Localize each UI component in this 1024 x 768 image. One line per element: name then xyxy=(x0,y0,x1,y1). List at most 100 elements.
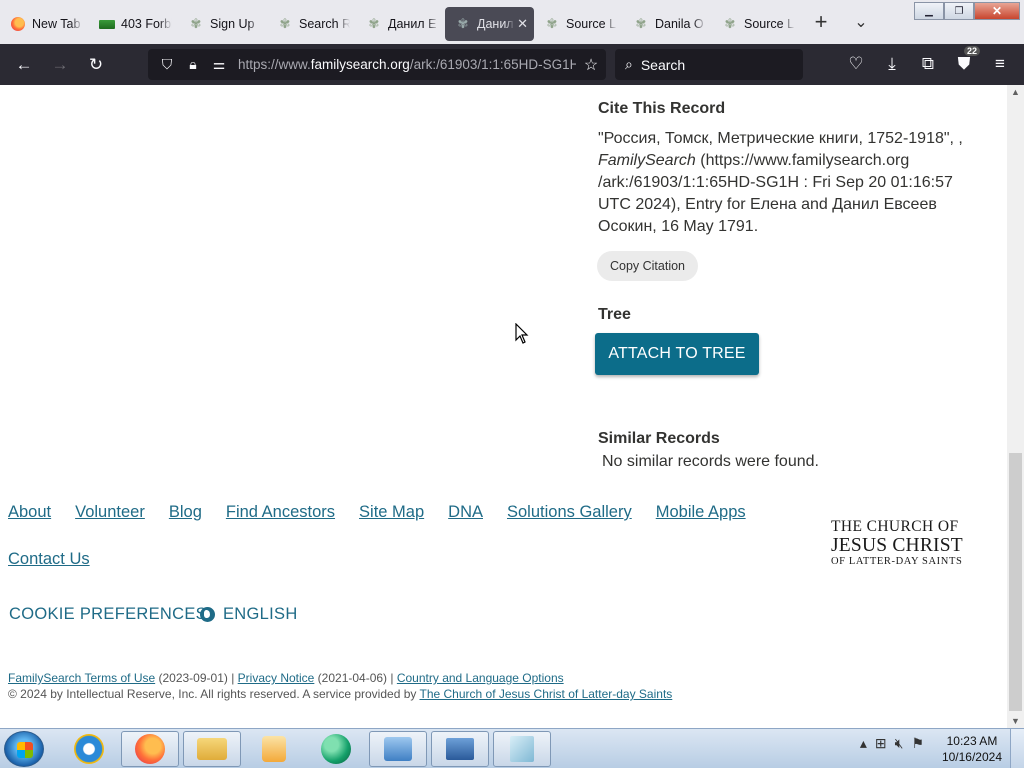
tab-search-records[interactable]: ✾ Search R xyxy=(267,7,356,41)
tab-label: Search R xyxy=(299,17,350,31)
familysearch-tree-icon: ✾ xyxy=(457,16,469,31)
file-explorer-icon[interactable] xyxy=(183,731,241,767)
footer-link-dna[interactable]: DNA xyxy=(448,503,483,522)
footer-link-mobile-apps[interactable]: Mobile Apps xyxy=(656,503,746,522)
footer-link-blog[interactable]: Blog xyxy=(169,503,202,522)
permissions-icon[interactable]: ⚌ xyxy=(206,56,232,73)
extension-badge: 22 xyxy=(964,46,981,56)
volume-muted-icon[interactable]: 🔇︎ xyxy=(895,735,904,752)
privacy-date: (2021-04-06) | xyxy=(314,671,397,685)
action-center-flag-icon[interactable]: ⚑ xyxy=(911,735,924,752)
ublock-icon[interactable]: ⛊ 22 xyxy=(946,46,982,80)
familysearch-tree-icon: ✾ xyxy=(546,16,558,31)
logo-line-2: JESUS CHRIST xyxy=(831,534,963,556)
tab-label: Danila O xyxy=(655,17,704,31)
search-icon: ⌕ xyxy=(625,56,633,72)
language-selector[interactable]: ENGLISH xyxy=(200,605,298,624)
media-player-icon[interactable] xyxy=(245,731,303,767)
country-language-link[interactable]: Country and Language Options xyxy=(397,671,564,685)
page-content: Cite This Record "Россия, Томск, Метриче… xyxy=(0,85,1007,728)
cite-heading: Cite This Record xyxy=(598,100,726,117)
tab-label: 403 Forbidden xyxy=(121,17,172,31)
clock[interactable]: 10:23 AM 10/16/2024 xyxy=(942,733,1002,765)
scrollbar-thumb[interactable] xyxy=(1009,453,1022,711)
tab-label: Source L xyxy=(566,17,617,31)
legal-line-2: © 2024 by Intellectual Reserve, Inc. All… xyxy=(8,686,672,702)
downloads-icon[interactable]: ⤓ xyxy=(874,48,910,80)
terms-date: (2023-09-01) | xyxy=(155,671,238,685)
footer-link-find-ancestors[interactable]: Find Ancestors xyxy=(226,503,335,522)
footer-link-volunteer[interactable]: Volunteer xyxy=(75,503,145,522)
url-bar[interactable]: ⛉ 🔒︎ ⚌ https://www.familysearch.org/ark:… xyxy=(148,49,606,80)
reload-icon[interactable]: ↻ xyxy=(78,49,114,81)
attach-to-tree-button[interactable]: ATTACH TO TREE xyxy=(595,333,759,375)
terms-of-use-link[interactable]: FamilySearch Terms of Use xyxy=(8,671,155,685)
tab-source-linker-2[interactable]: ✾ Source L xyxy=(712,7,801,41)
privacy-notice-link[interactable]: Privacy Notice xyxy=(238,671,315,685)
network-icon[interactable]: ⊞ xyxy=(875,735,887,752)
close-window-button[interactable]: ✕ xyxy=(974,2,1020,20)
search-bar[interactable]: ⌕ Search xyxy=(615,49,803,80)
bookmark-star-icon[interactable]: ☆ xyxy=(576,55,606,75)
mouse-cursor-icon xyxy=(515,323,529,344)
clock-date: 10/16/2024 xyxy=(941,750,1002,764)
tab-403-forbidden[interactable]: 403 Forbidden xyxy=(89,7,178,41)
legal-text: FamilySearch Terms of Use (2023-09-01) |… xyxy=(8,670,672,702)
navigation-toolbar: ← → ↻ ⛉ 🔒︎ ⚌ https://www.familysearch.or… xyxy=(0,44,1024,85)
tab-source-linker-1[interactable]: ✾ Source L xyxy=(534,7,623,41)
close-tab-icon[interactable]: ✕ xyxy=(517,16,528,32)
new-tab-button[interactable]: + xyxy=(801,9,841,35)
extensions-icon[interactable]: ⧉ xyxy=(910,48,946,80)
control-panel-icon[interactable] xyxy=(369,731,427,767)
familysearch-tree-icon: ✾ xyxy=(190,16,202,31)
vertical-scrollbar[interactable]: ▲ ▼ xyxy=(1007,85,1024,728)
tab-new-tab[interactable]: New Tab xyxy=(0,7,89,41)
tab-sign-up[interactable]: ✾ Sign Up xyxy=(178,7,267,41)
network-computer-icon[interactable] xyxy=(431,731,489,767)
tab-label: Данил Е xyxy=(477,17,515,31)
forward-arrow-icon[interactable]: → xyxy=(42,49,78,81)
globe-icon xyxy=(200,607,215,622)
firefox-taskbar-icon[interactable] xyxy=(121,731,179,767)
tab-danila[interactable]: ✾ Danila O xyxy=(623,7,712,41)
footer-link-about[interactable]: About xyxy=(8,503,51,522)
footer-link-contact-us[interactable]: Contact Us xyxy=(8,550,90,569)
tab-danil-active[interactable]: ✾ Данил Е ✕ xyxy=(445,7,534,41)
search-placeholder: Search xyxy=(640,56,686,73)
tab-label: New Tab xyxy=(32,17,81,31)
url-text[interactable]: https://www.familysearch.org/ark:/61903/… xyxy=(232,57,576,72)
minimize-button[interactable]: ▁ xyxy=(914,2,944,20)
tree-heading: Tree xyxy=(598,306,631,323)
green-flag-icon xyxy=(99,16,115,32)
church-logo[interactable]: THE CHURCH OF JESUS CHRIST OF LATTER-DAY… xyxy=(831,519,971,568)
back-arrow-icon[interactable]: ← xyxy=(6,49,42,81)
familysearch-tree-icon: ✾ xyxy=(724,16,736,31)
menu-icon[interactable]: ≡ xyxy=(982,48,1018,80)
list-all-tabs-button[interactable]: ⌄ xyxy=(841,12,881,32)
footer-link-site-map[interactable]: Site Map xyxy=(359,503,424,522)
scroll-down-arrow-icon[interactable]: ▼ xyxy=(1011,716,1020,726)
pocket-icon[interactable]: ♡ xyxy=(838,48,874,80)
green-app-icon[interactable] xyxy=(307,731,365,767)
restore-button[interactable]: ❐ xyxy=(944,2,974,20)
familysearch-tree-icon: ✾ xyxy=(279,16,291,31)
tab-strip: New Tab 403 Forbidden ✾ Sign Up ✾ Search… xyxy=(0,0,1024,44)
show-desktop-button[interactable] xyxy=(1010,729,1024,768)
tab-danil-1[interactable]: ✾ Данил Е xyxy=(356,7,445,41)
lock-icon[interactable]: 🔒︎ xyxy=(180,56,206,73)
toolbar-right: ♡ ⤓ ⧉ ⛊ 22 ≡ xyxy=(838,46,1018,80)
church-link[interactable]: The Church of Jesus Christ of Latter-day… xyxy=(420,687,673,701)
scroll-up-arrow-icon[interactable]: ▲ xyxy=(1011,87,1020,97)
shield-icon[interactable]: ⛉ xyxy=(154,56,180,73)
system-tray: ▴ ⊞ 🔇︎ ⚑ xyxy=(860,735,924,752)
cookie-preferences-link[interactable]: COOKIE PREFERENCES xyxy=(9,605,207,624)
copy-citation-button[interactable]: Copy Citation xyxy=(597,251,698,281)
windows-taskbar: ▴ ⊞ 🔇︎ ⚑ 10:23 AM 10/16/2024 xyxy=(0,728,1024,768)
start-button[interactable] xyxy=(4,731,44,767)
internet-explorer-icon[interactable] xyxy=(60,731,118,767)
show-hidden-icons-icon[interactable]: ▴ xyxy=(860,735,867,752)
clock-time: 10:23 AM xyxy=(946,734,998,748)
notepad-icon[interactable] xyxy=(493,731,551,767)
footer-link-solutions-gallery[interactable]: Solutions Gallery xyxy=(507,503,632,522)
tab-label: Sign Up xyxy=(210,17,255,31)
